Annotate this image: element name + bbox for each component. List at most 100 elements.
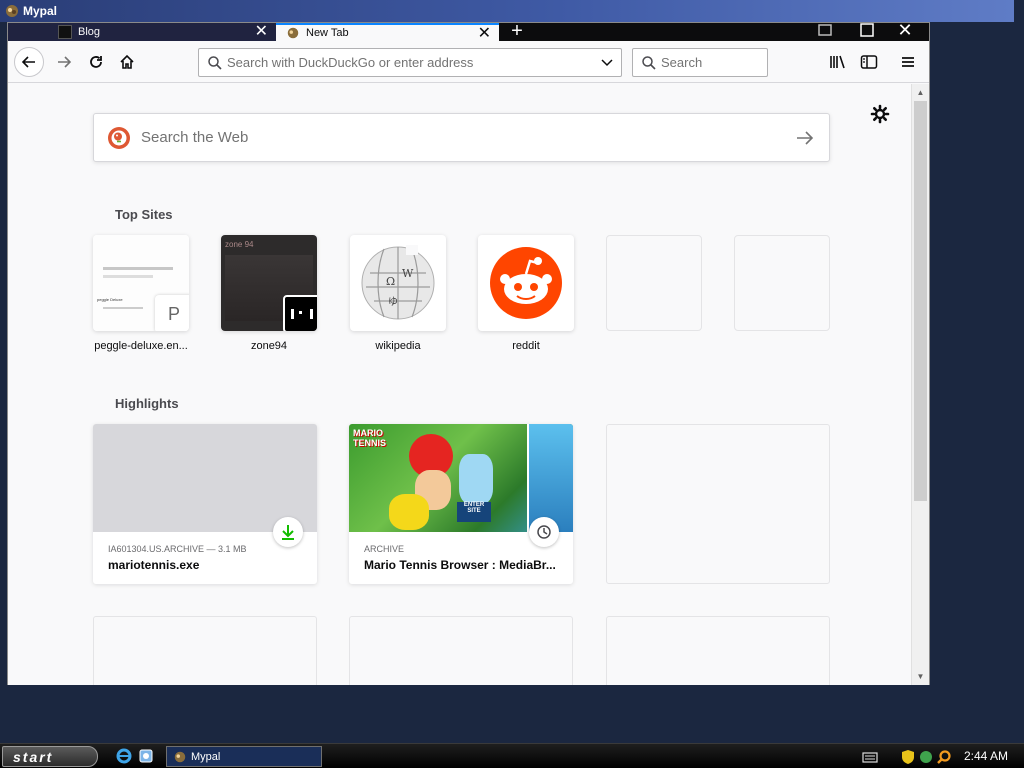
search-input[interactable] <box>661 55 761 70</box>
address-input[interactable] <box>227 55 587 70</box>
search-icon <box>642 55 656 70</box>
close-tab-icon[interactable]: ✕ <box>255 23 268 40</box>
highlight-preview: MARIO TENNIS ENTER SITE <box>349 424 573 532</box>
forward-button[interactable] <box>49 47 79 77</box>
download-icon <box>273 517 303 547</box>
back-arrow-icon <box>21 56 35 68</box>
top-site-empty <box>606 235 702 331</box>
search-icon <box>208 55 222 70</box>
top-site-placeholder <box>606 235 702 331</box>
search-bar[interactable] <box>632 48 768 77</box>
top-site-tile[interactable] <box>478 235 574 331</box>
top-site-label: reddit <box>512 340 540 352</box>
top-site-wikipedia[interactable]: Ω W ゆ wikipedia <box>350 235 446 352</box>
keyboard-icon[interactable] <box>862 749 878 765</box>
scrollbar-thumb[interactable] <box>914 101 927 501</box>
start-button[interactable]: start <box>2 746 98 767</box>
svg-text:ゆ: ゆ <box>388 296 398 308</box>
taskbar-item-label: Mypal <box>191 750 221 763</box>
highlight-title: Mario Tennis Browser : MediaBr... <box>364 558 556 572</box>
game-logo-text: MARIO TENNIS <box>353 428 387 448</box>
highlight-card-mario-tennis-browser[interactable]: MARIO TENNIS ENTER SITE ARCHIVE Mario Te… <box>349 424 573 584</box>
tab-new-tab[interactable]: New Tab ✕ <box>276 23 499 42</box>
highlight-placeholder <box>93 616 317 685</box>
svg-text:W: W <box>402 267 414 280</box>
taskbar-item-mypal[interactable]: Mypal <box>166 746 322 767</box>
close-tab-icon[interactable]: ✕ <box>478 25 491 42</box>
address-bar[interactable] <box>198 48 622 77</box>
enter-site-text: ENTER SITE <box>457 502 491 522</box>
top-site-reddit[interactable]: reddit <box>478 235 574 352</box>
forward-arrow-icon <box>58 56 72 68</box>
blog-favicon-icon <box>58 25 72 39</box>
reload-icon <box>90 56 102 68</box>
tab-blog[interactable]: Blog ✕ <box>8 23 276 41</box>
arrow-right-icon[interactable] <box>795 128 815 148</box>
mypal-app-icon <box>6 5 18 17</box>
back-button[interactable] <box>14 47 44 77</box>
highlight-placeholder <box>349 616 573 685</box>
scroll-up-icon[interactable]: ▲ <box>912 84 929 101</box>
web-search-input[interactable] <box>141 129 781 146</box>
top-site-label: zone94 <box>250 340 288 352</box>
tab-label: Blog <box>78 26 101 38</box>
clock: 2:44 AM <box>964 749 1009 763</box>
highlight-placeholder <box>606 616 830 685</box>
mypal-app-icon <box>174 751 186 762</box>
home-button[interactable] <box>112 47 142 77</box>
top-sites-heading: Top Sites <box>115 207 173 222</box>
highlight-placeholder <box>606 424 830 584</box>
top-site-tile[interactable]: Ω W ゆ <box>350 235 446 331</box>
home-icon <box>120 54 134 69</box>
security-shield-icon[interactable] <box>900 749 916 765</box>
chevron-down-icon[interactable] <box>601 59 613 67</box>
search-tray-icon[interactable] <box>936 749 952 765</box>
web-search-box[interactable] <box>93 113 830 162</box>
top-site-tile[interactable]: peggle Deluxe P <box>93 235 189 331</box>
highlight-title: mariotennis.exe <box>108 558 200 572</box>
new-tab-page: Top Sites peggle Deluxe P peggle-deluxe.… <box>8 84 911 685</box>
start-label: start <box>13 748 54 765</box>
top-site-tile[interactable]: zone 94 <box>221 235 317 331</box>
menu-button[interactable] <box>893 47 923 77</box>
new-tab-button[interactable]: + <box>506 21 528 41</box>
reddit-icon <box>490 247 562 319</box>
top-site-empty <box>734 235 830 331</box>
sidebar-button[interactable] <box>854 47 884 77</box>
site-screenshot-caption: zone 94 <box>225 240 254 249</box>
top-site-placeholder <box>734 235 830 331</box>
network-icon[interactable] <box>918 749 934 765</box>
library-button[interactable] <box>823 47 853 77</box>
library-icon <box>830 55 845 69</box>
internet-explorer-icon[interactable] <box>116 748 132 764</box>
scroll-down-icon[interactable]: ▼ <box>912 668 929 685</box>
history-clock-icon <box>529 517 559 547</box>
highlight-preview <box>93 424 317 532</box>
reload-button[interactable] <box>81 47 111 77</box>
zone94-favicon-icon <box>283 295 317 331</box>
highlights-heading: Highlights <box>115 396 179 411</box>
sidebar-icon <box>860 55 878 69</box>
minimize-icon[interactable] <box>814 23 836 41</box>
top-site-peggle[interactable]: peggle Deluxe P peggle-deluxe.en... <box>93 235 189 352</box>
highlight-card-mariotennis-exe[interactable]: IA601304.US.ARCHIVE — 3.1 MB mariotennis… <box>93 424 317 584</box>
maximize-icon[interactable] <box>856 23 878 41</box>
top-site-label: wikipedia <box>375 340 421 352</box>
wikipedia-globe-icon: Ω W ゆ <box>361 245 435 320</box>
window-title: Mypal <box>23 4 58 18</box>
mypal-tab-favicon-icon <box>287 27 299 39</box>
quick-launch-icon[interactable] <box>138 748 154 764</box>
tab-label: New Tab <box>306 27 349 39</box>
site-screenshot-caption: peggle Deluxe <box>97 297 123 302</box>
svg-text:Ω: Ω <box>386 275 395 288</box>
top-site-label: peggle-deluxe.en... <box>94 340 188 352</box>
top-site-zone94[interactable]: zone 94 zone94 <box>221 235 317 352</box>
site-letter-badge: P <box>155 295 189 331</box>
gear-icon[interactable] <box>870 104 890 124</box>
vertical-scrollbar[interactable]: ▲ ▼ <box>911 84 929 685</box>
taskbar: start Mypal 2:44 AM <box>0 743 1024 768</box>
close-window-icon[interactable]: ✕ <box>894 21 916 41</box>
navigation-toolbar <box>8 41 929 83</box>
window-titlebar[interactable]: Mypal <box>0 0 1014 22</box>
browser-window: Blog ✕ New Tab ✕ + ✕ Search with DuckDuc… <box>7 21 930 685</box>
